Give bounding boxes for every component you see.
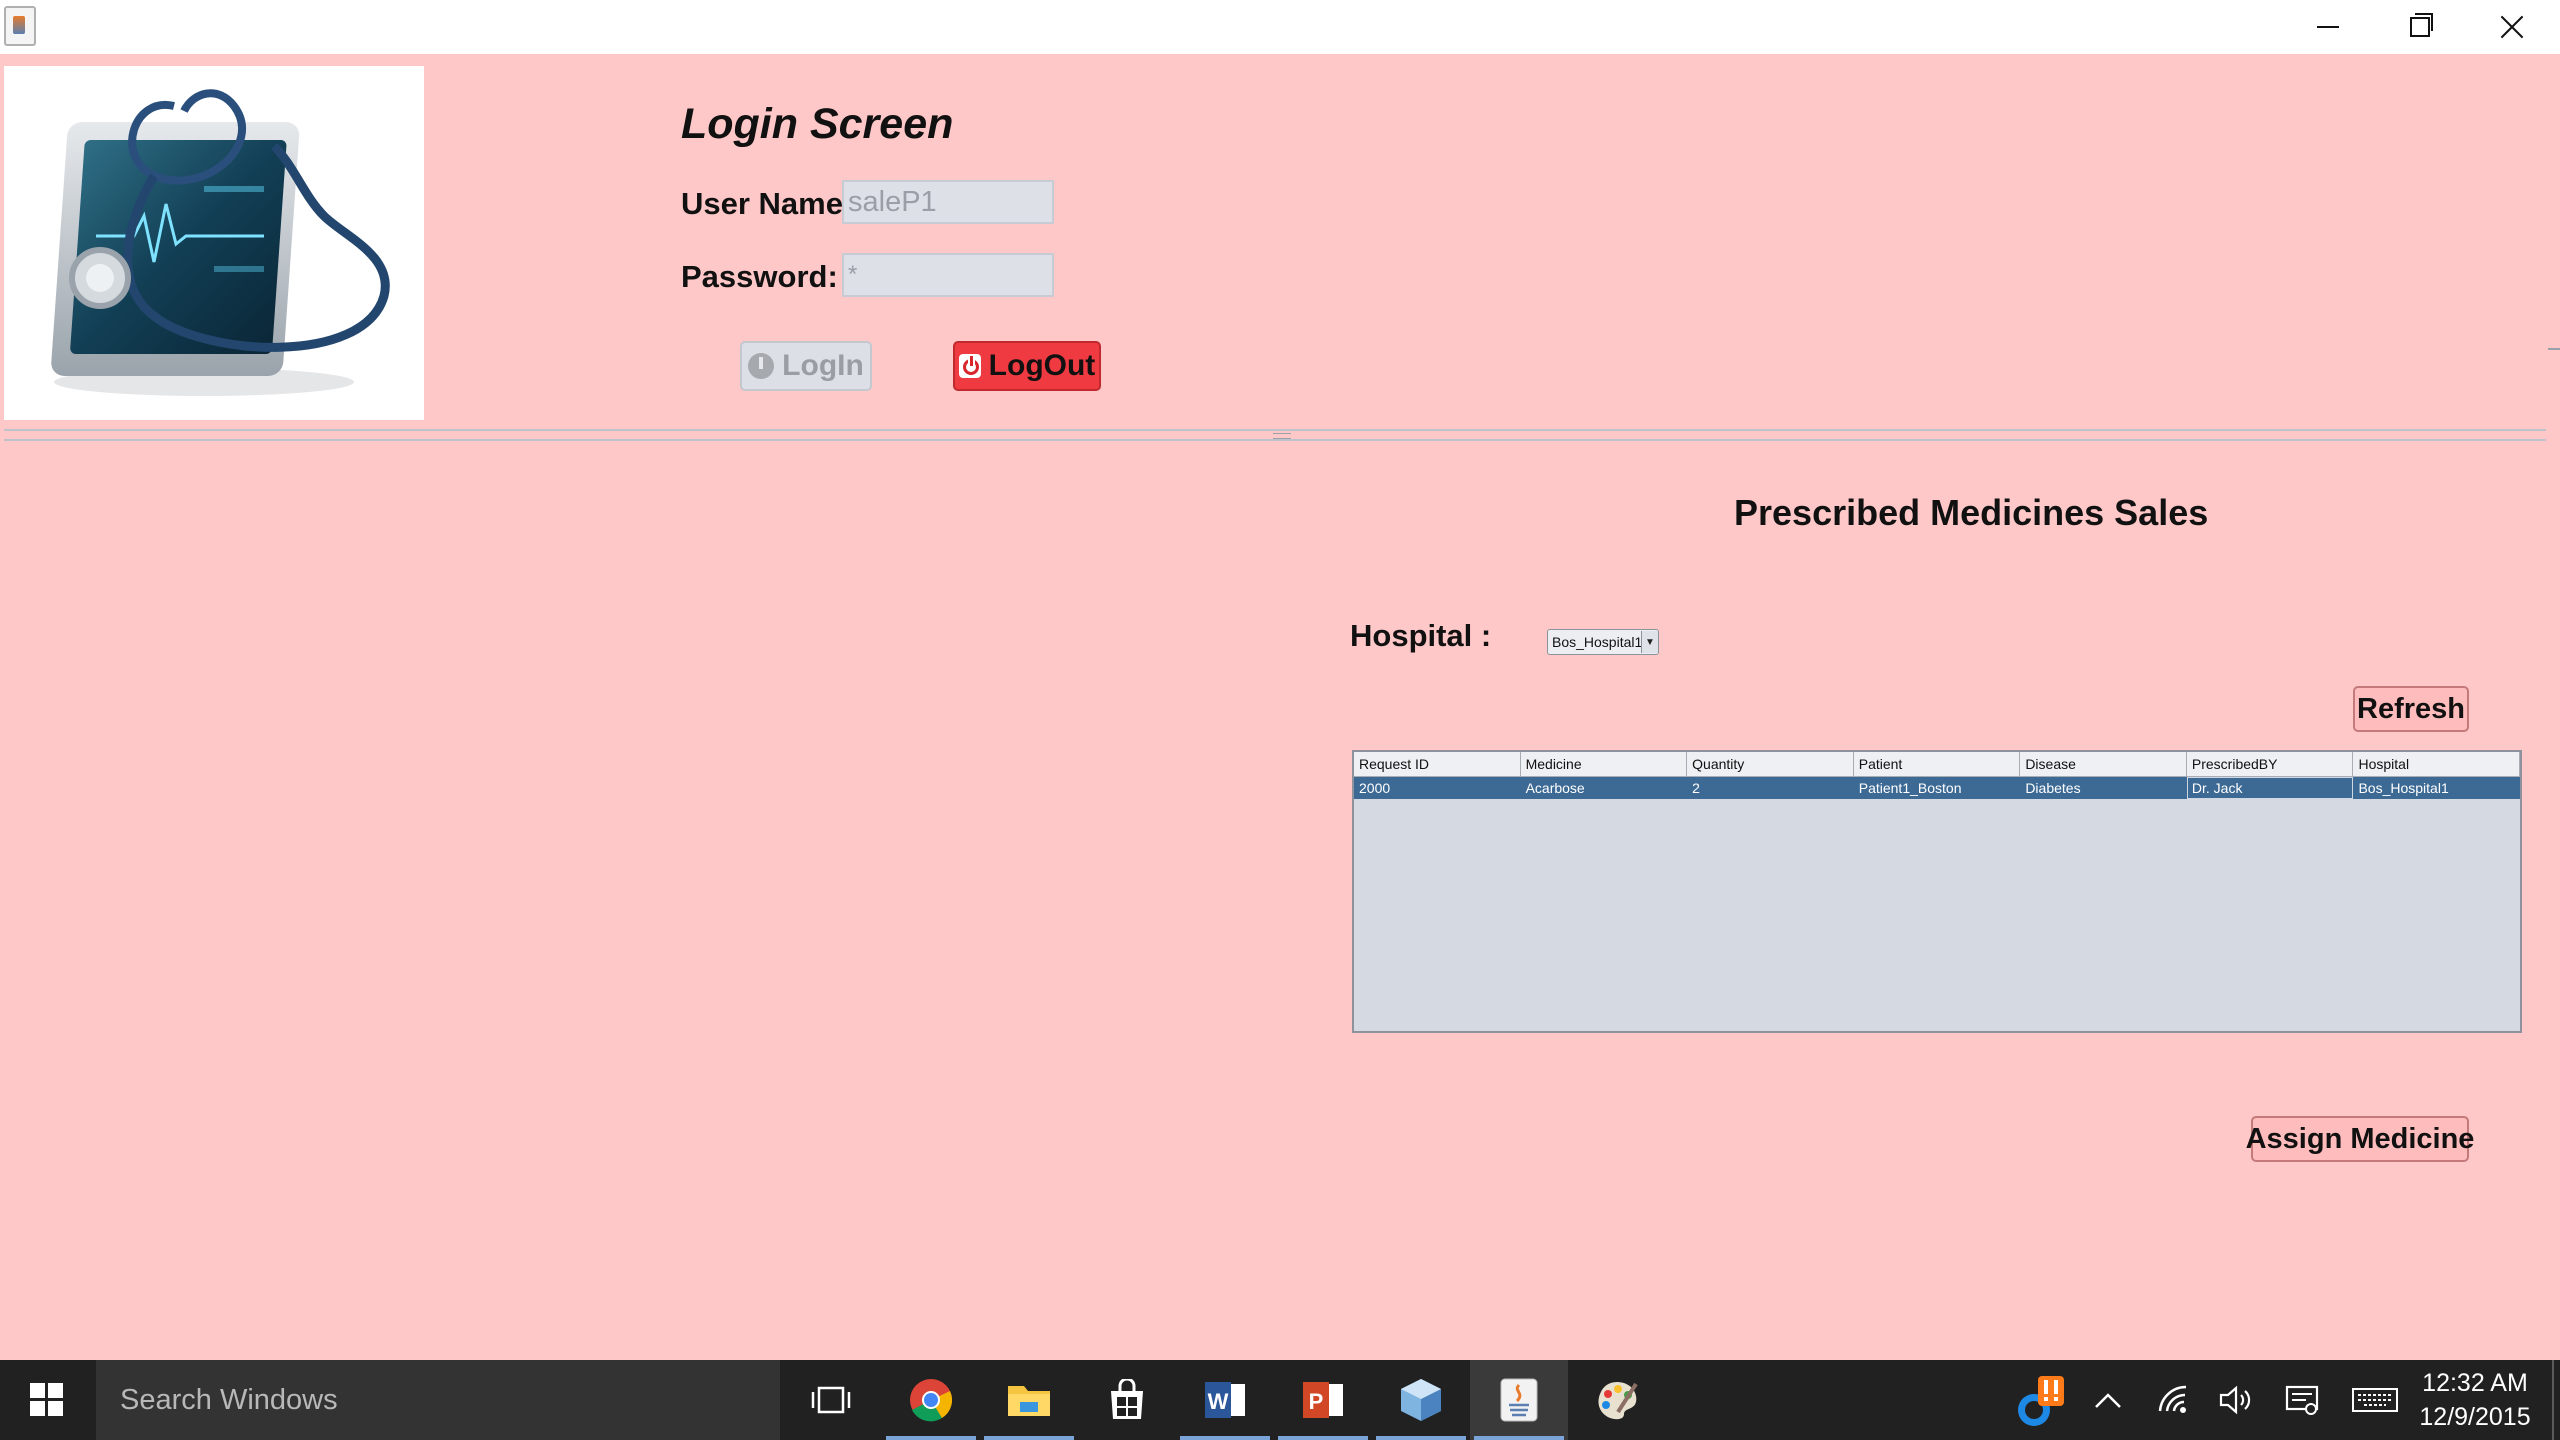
- prescribed-medicines-title: Prescribed Medicines Sales: [1734, 492, 2209, 533]
- chevron-up-icon[interactable]: [2078, 1360, 2138, 1440]
- medical-logo-image: [4, 66, 424, 420]
- keyboard-icon[interactable]: [2340, 1360, 2410, 1440]
- svg-text:W: W: [1208, 1389, 1229, 1414]
- table-cell[interactable]: Patient1_Boston: [1854, 777, 2021, 799]
- login-screen-title: Login Screen: [681, 100, 954, 148]
- powerpoint-icon[interactable]: P: [1274, 1360, 1372, 1440]
- dropdown-arrow-icon[interactable]: ▼: [1641, 631, 1658, 653]
- file-explorer-icon[interactable]: [980, 1360, 1078, 1440]
- store-icon[interactable]: [1078, 1360, 1176, 1440]
- java-icon[interactable]: [1470, 1360, 1568, 1440]
- hospital-label: Hospital :: [1350, 618, 1492, 653]
- restore-button[interactable]: [2374, 0, 2466, 54]
- notification-badge-icon[interactable]: [2010, 1360, 2074, 1440]
- clock-date: 12/9/2015: [2419, 1403, 2531, 1431]
- svg-text:P: P: [1309, 1389, 1324, 1414]
- taskbar: Search Windows W P 12:32 AM 12/9/2015: [0, 1360, 2560, 1440]
- system-clock[interactable]: 12:32 AM 12/9/2015: [2410, 1366, 2540, 1434]
- action-center-icon[interactable]: [2270, 1360, 2334, 1440]
- restore-icon: [2410, 13, 2433, 37]
- table-cell[interactable]: Bos_Hospital1: [2353, 777, 2520, 799]
- column-header[interactable]: Patient: [1854, 752, 2021, 776]
- assign-medicine-button[interactable]: Assign Medicine: [2246, 1116, 2474, 1162]
- close-button[interactable]: [2466, 0, 2558, 54]
- windows-logo-icon: [30, 1383, 64, 1417]
- minimize-icon: [2317, 26, 2339, 28]
- table-cell[interactable]: Diabetes: [2020, 777, 2187, 799]
- logout-button-label: LogOut: [988, 349, 1096, 382]
- hospital-dropdown[interactable]: Bos_Hospital1 ▼: [1547, 629, 1659, 655]
- table-row[interactable]: 2000 Acarbose 2 Patient1_Boston Diabetes…: [1354, 777, 2520, 799]
- password-label: Password:: [681, 259, 838, 294]
- chrome-icon[interactable]: [882, 1360, 980, 1440]
- java-app-icon[interactable]: [4, 6, 36, 46]
- hospital-selected-value: Bos_Hospital1: [1552, 634, 1641, 650]
- table-header: Request ID Medicine Quantity Patient Dis…: [1354, 752, 2521, 777]
- login-icon: [748, 353, 775, 379]
- virtualbox-icon[interactable]: [1372, 1360, 1470, 1440]
- prescriptions-table: Request ID Medicine Quantity Patient Dis…: [1352, 750, 2522, 1033]
- search-box[interactable]: Search Windows: [96, 1360, 780, 1440]
- word-icon[interactable]: W: [1176, 1360, 1274, 1440]
- tablet-stethoscope-icon: [51, 89, 390, 396]
- paint-icon[interactable]: [1568, 1360, 1666, 1440]
- clock-time: 12:32 AM: [2422, 1369, 2528, 1397]
- column-header[interactable]: Quantity: [1687, 752, 1854, 776]
- username-field[interactable]: [842, 180, 1054, 224]
- power-icon: [958, 354, 981, 378]
- minimize-button[interactable]: [2282, 0, 2374, 54]
- column-header[interactable]: Hospital: [2353, 752, 2521, 776]
- column-header[interactable]: PrescribedBY: [2187, 752, 2354, 776]
- username-label: User Name :: [681, 186, 862, 221]
- edge-marker: [2548, 348, 2560, 350]
- refresh-button[interactable]: Refresh: [2353, 686, 2469, 732]
- split-pane-divider[interactable]: [4, 429, 2546, 441]
- column-header[interactable]: Request ID: [1354, 752, 1521, 776]
- splitter-grip-icon[interactable]: [1273, 433, 1291, 439]
- column-header[interactable]: Disease: [2020, 752, 2187, 776]
- table-cell-focused[interactable]: Dr. Jack: [2186, 777, 2354, 799]
- logout-button[interactable]: LogOut: [953, 341, 1101, 391]
- search-placeholder: Search Windows: [120, 1384, 338, 1416]
- login-button-label: LogIn: [782, 349, 864, 382]
- task-view-icon[interactable]: [782, 1360, 880, 1440]
- column-header[interactable]: Medicine: [1521, 752, 1688, 776]
- start-button[interactable]: [0, 1360, 94, 1440]
- table-cell[interactable]: 2000: [1354, 777, 1521, 799]
- wifi-icon[interactable]: [2144, 1360, 2204, 1440]
- close-icon: [2499, 14, 2525, 40]
- show-desktop-button[interactable]: [2552, 1360, 2554, 1440]
- table-cell[interactable]: Acarbose: [1521, 777, 1688, 799]
- window-title-bar: [0, 0, 2560, 54]
- password-field[interactable]: *: [842, 253, 1054, 297]
- table-cell[interactable]: 2: [1687, 777, 1854, 799]
- volume-icon[interactable]: [2206, 1360, 2266, 1440]
- login-button[interactable]: LogIn: [740, 341, 872, 391]
